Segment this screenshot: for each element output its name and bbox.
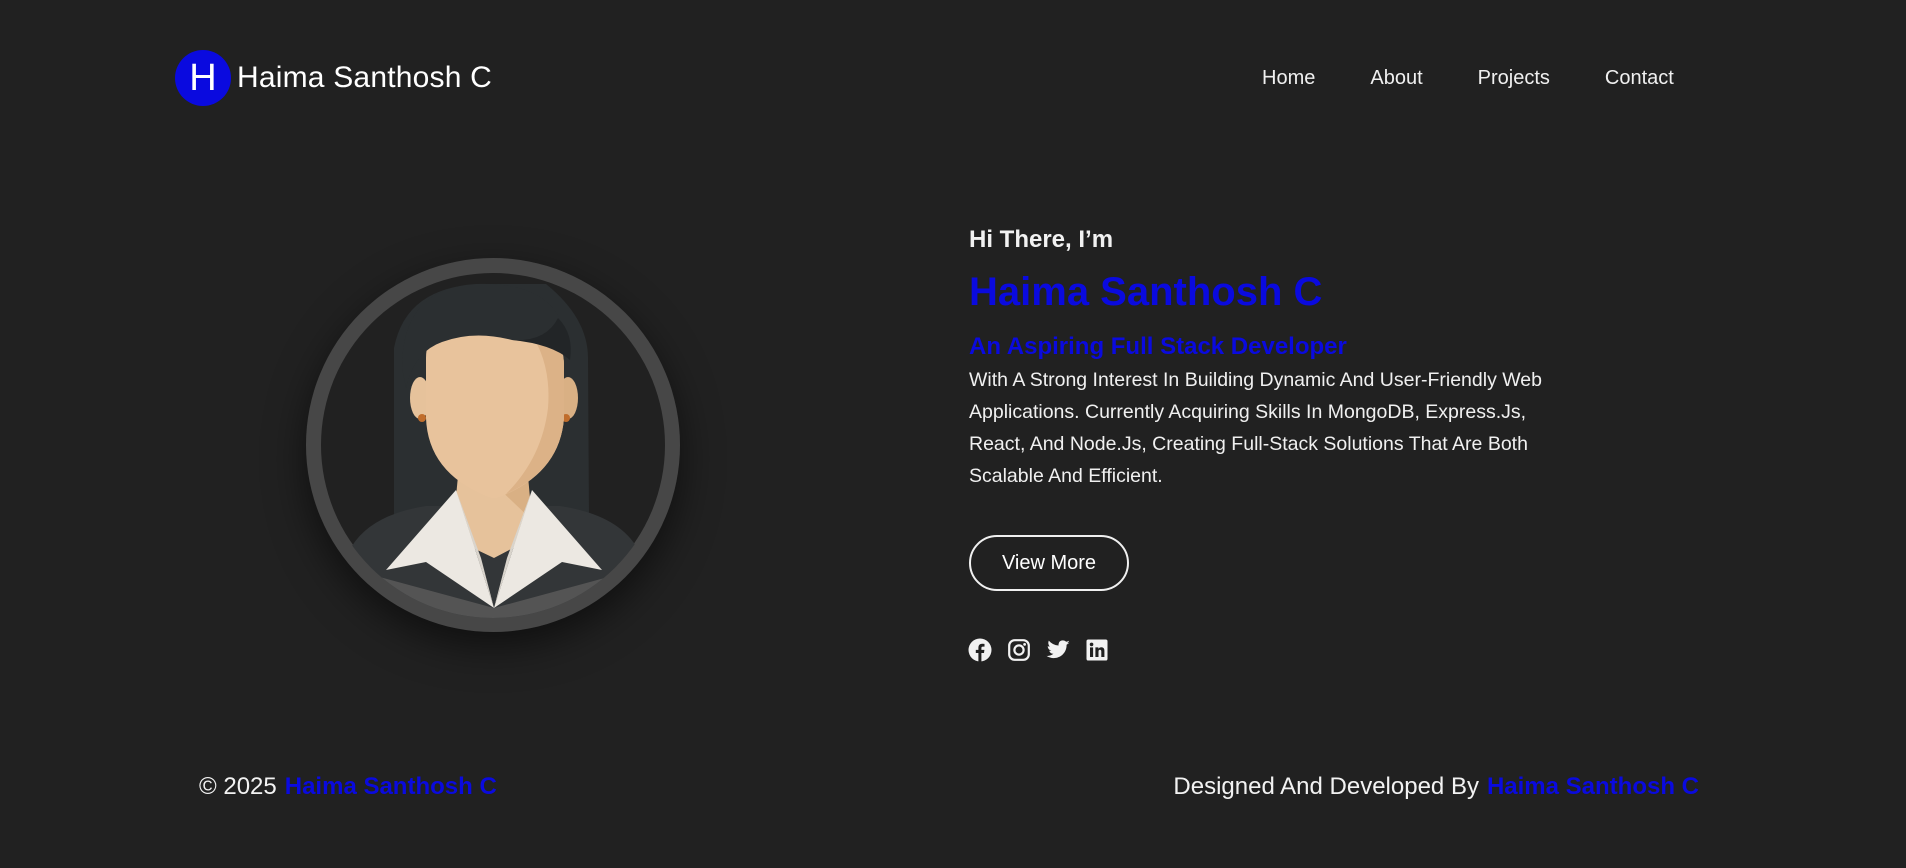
- brand-name: Haima Santhosh C: [237, 61, 492, 94]
- credit-name: Haima Santhosh C: [1486, 773, 1699, 800]
- hero-greeting: Hi There, I’m: [969, 226, 1114, 253]
- hero-role: An Aspiring Full Stack Developer: [969, 333, 1347, 360]
- brand[interactable]: H Haima Santhosh C: [175, 50, 492, 106]
- nav-item-contact[interactable]: Contact: [1605, 66, 1674, 90]
- credit-text: Designed And Developed By: [1173, 773, 1479, 800]
- instagram-link[interactable]: [1007, 638, 1031, 662]
- nav-item-projects[interactable]: Projects: [1478, 66, 1550, 90]
- nav-item-home[interactable]: Home: [1262, 66, 1315, 90]
- footer-credit: Designed And Developed By Haima Santhosh …: [1173, 773, 1699, 801]
- brand-logo: H: [175, 50, 231, 106]
- facebook-link[interactable]: [968, 638, 992, 662]
- woman-avatar-icon: [306, 258, 680, 632]
- main-nav: Home About Projects Contact: [1262, 66, 1674, 90]
- twitter-link[interactable]: [1046, 638, 1070, 662]
- hero-bio: With A Strong Interest In Building Dynam…: [969, 369, 1542, 487]
- instagram-icon: [1008, 639, 1030, 661]
- hero-name: Haima Santhosh C: [969, 270, 1323, 314]
- view-more-button[interactable]: View More: [969, 535, 1129, 591]
- twitter-icon: [1046, 640, 1070, 659]
- social-links: [968, 638, 1109, 662]
- copyright-name: Haima Santhosh C: [284, 773, 497, 800]
- nav-item-about[interactable]: About: [1370, 66, 1422, 90]
- linkedin-link[interactable]: [1085, 638, 1109, 662]
- copyright-text: © 2025: [199, 773, 277, 800]
- linkedin-icon: [1086, 639, 1108, 661]
- facebook-icon: [968, 638, 992, 662]
- profile-avatar: [306, 258, 680, 632]
- footer-copyright: © 2025 Haima Santhosh C: [199, 773, 497, 801]
